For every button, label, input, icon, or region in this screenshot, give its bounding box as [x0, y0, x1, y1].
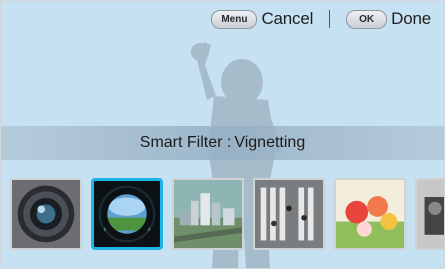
top-control-bar: Menu Cancel OK Done — [211, 6, 431, 32]
cancel-label[interactable]: Cancel — [261, 9, 313, 29]
monochrome-thumbnail[interactable] — [415, 178, 445, 250]
miniature-thumbnail[interactable] — [172, 178, 244, 250]
vignetting-image — [94, 181, 160, 247]
miniature-image — [174, 180, 242, 248]
done-label[interactable]: Done — [391, 9, 431, 29]
vignetting-thumbnail[interactable] — [91, 178, 163, 250]
divider — [329, 10, 331, 28]
flowers-thumbnail[interactable] — [334, 178, 406, 250]
filter-strip — [0, 178, 445, 254]
monochrome-image — [417, 180, 445, 248]
banner-prefix: Smart Filter : — [139, 134, 232, 151]
crosswalk-thumbnail[interactable] — [253, 178, 325, 250]
lens-thumbnail[interactable] — [10, 178, 82, 250]
lens-image — [12, 180, 80, 248]
flowers-image — [336, 180, 404, 248]
camera-screen: Menu Cancel OK Done Smart Filter : Vigne… — [0, 0, 445, 269]
filter-banner: Smart Filter : Vignetting — [0, 126, 445, 160]
menu-key-button[interactable]: Menu — [211, 9, 258, 29]
crosswalk-image — [255, 180, 323, 248]
ok-key-button[interactable]: OK — [346, 9, 388, 29]
filter-name: Vignetting — [234, 134, 306, 151]
